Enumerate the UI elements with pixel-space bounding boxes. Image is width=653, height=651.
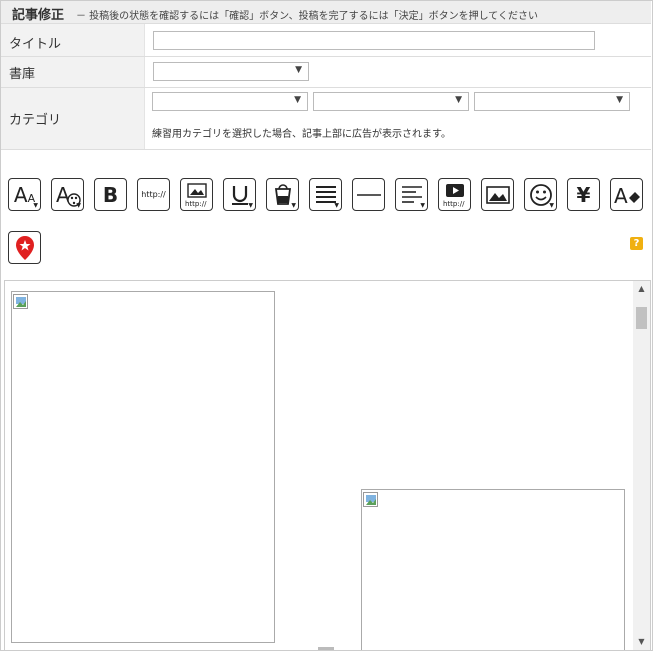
fill-color-button[interactable]: ▼ — [266, 178, 299, 211]
image-link-icon: http:// — [185, 182, 207, 208]
form-header: 記事修正 － 投稿後の状態を確認するには「確認」ボタン、投稿を完了するには「決定… — [1, 1, 651, 24]
align-button[interactable]: ▼ — [309, 178, 342, 211]
link-button[interactable]: http:// — [137, 178, 170, 211]
broken-image-icon — [363, 492, 378, 507]
category-label-cell: カテゴリ — [1, 88, 145, 149]
library-row: 書庫 ▼ — [1, 57, 651, 88]
chevron-down-icon: ▼ — [295, 65, 302, 75]
category-note: 練習用カテゴリを選択した場合、記事上部に広告が表示されます。 — [152, 129, 451, 140]
library-label-cell: 書庫 — [1, 57, 145, 87]
eraser-button[interactable]: A — [610, 178, 643, 211]
map-pin-icon — [15, 235, 34, 260]
embedded-image[interactable] — [11, 291, 275, 643]
svg-text:http://: http:// — [185, 200, 207, 208]
resize-grip[interactable] — [318, 647, 334, 650]
bold-button[interactable]: B — [94, 178, 127, 211]
header-description: － 投稿後の状態を確認するには「確認」ボタン、投稿を完了するには「決定」ボタンを… — [76, 11, 538, 22]
scrollbar-thumb[interactable] — [636, 307, 647, 329]
library-label: 書庫 — [9, 67, 36, 82]
paragraph-button[interactable]: ▼ — [395, 178, 428, 211]
category-select-2[interactable]: ▼ — [313, 92, 469, 111]
embedded-image[interactable] — [361, 489, 625, 650]
horizontal-rule-icon — [356, 193, 381, 196]
emoji-button[interactable]: ▼ — [524, 178, 557, 211]
category-select-3[interactable]: ▼ — [474, 92, 630, 111]
chevron-down-icon: ▼ — [294, 95, 301, 105]
svg-text:http://: http:// — [443, 200, 465, 208]
vertical-scrollbar[interactable]: ▲ ▼ — [633, 281, 650, 650]
scroll-down-icon[interactable]: ▼ — [633, 634, 650, 650]
yen-icon: ¥ — [576, 182, 591, 207]
title-label-cell: タイトル — [1, 24, 145, 56]
bold-icon: B — [102, 182, 119, 207]
page-title: 記事修正 — [12, 8, 65, 23]
scroll-up-icon[interactable]: ▲ — [633, 281, 650, 297]
font-color-button[interactable]: A ▼ — [51, 178, 84, 211]
font-size-button[interactable]: AA ▼ — [8, 178, 41, 211]
svg-text:A: A — [614, 184, 628, 208]
title-row: タイトル — [1, 24, 651, 57]
link-icon: http:// — [141, 190, 166, 199]
title-label: タイトル — [9, 37, 62, 52]
map-pin-button[interactable] — [8, 231, 41, 264]
video-link-button[interactable]: http:// — [438, 178, 471, 211]
image-icon — [485, 185, 510, 204]
eraser-icon: A — [614, 184, 640, 208]
underline-button[interactable]: ▼ — [223, 178, 256, 211]
image-button[interactable] — [481, 178, 514, 211]
video-link-icon: http:// — [443, 183, 465, 208]
image-link-button[interactable]: http:// — [180, 178, 213, 211]
svg-text:A: A — [56, 183, 70, 207]
yen-button[interactable]: ¥ — [567, 178, 600, 211]
chevron-down-icon: ▼ — [455, 95, 462, 105]
help-icon[interactable]: ? — [630, 237, 643, 250]
chevron-down-icon: ▼ — [616, 95, 623, 105]
category-select-1[interactable]: ▼ — [152, 92, 308, 111]
editor-area[interactable]: ▲ ▼ — [4, 280, 651, 651]
font-size-icon: AA — [13, 182, 36, 207]
horizontal-rule-button[interactable] — [352, 178, 385, 211]
title-input[interactable] — [153, 31, 595, 50]
broken-image-icon — [13, 294, 28, 309]
library-select[interactable]: ▼ — [153, 62, 309, 81]
category-label: カテゴリ — [9, 113, 62, 128]
